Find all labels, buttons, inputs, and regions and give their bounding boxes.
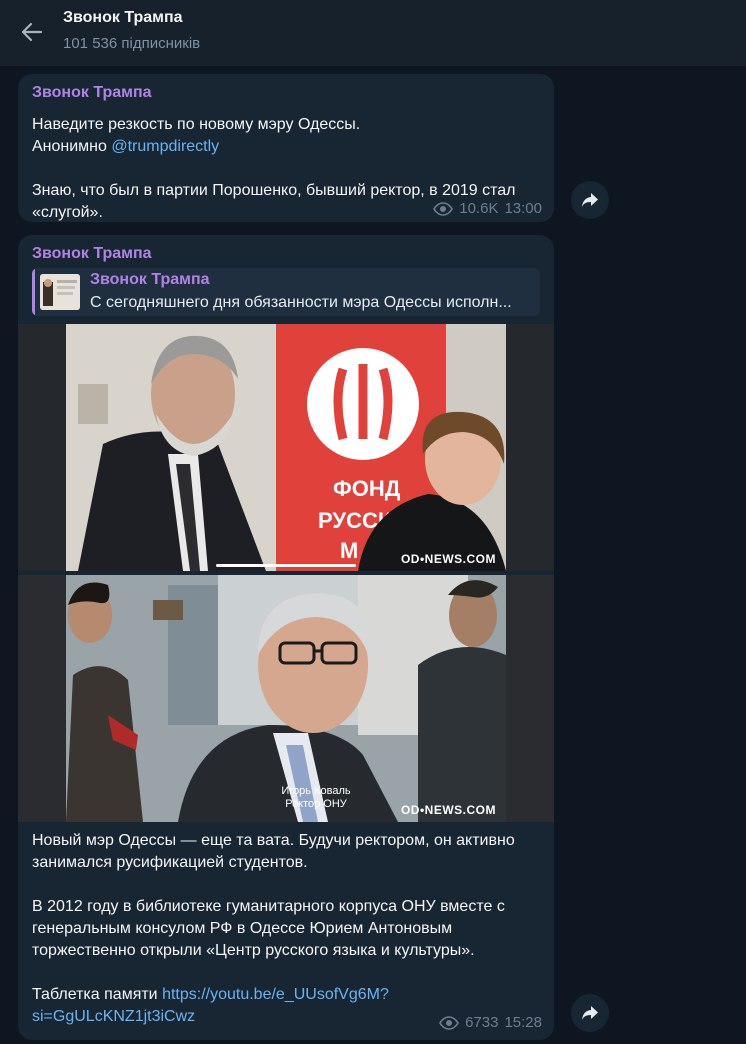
message-author[interactable]: Звонок Трампа <box>32 84 152 102</box>
svg-text:ФОНД: ФОНД <box>333 476 401 501</box>
message-text: Наведите резкость по новому мэру Одессы.… <box>32 114 360 158</box>
view-count: 10.6K <box>459 200 499 217</box>
photo-caption: Игорь Коваль Ректор ОНУ <box>281 785 351 810</box>
share-arrow-icon <box>582 193 598 207</box>
reply-preview[interactable]: Звонок Трампа С сегодняшнего дня обязанн… <box>32 268 540 316</box>
view-count: 6733 <box>465 1014 499 1031</box>
share-arrow-icon <box>582 1006 598 1020</box>
photo-watermark: OD•NEWS.COM <box>400 803 496 817</box>
eye-icon <box>433 201 454 216</box>
back-button[interactable] <box>14 16 50 48</box>
subscriber-count: 101 536 підписників <box>63 35 201 52</box>
mention-link[interactable]: @trumpdirectly <box>111 138 219 155</box>
svg-text:М: М <box>340 538 358 563</box>
reply-thumbnail <box>40 274 80 310</box>
arrow-left-icon <box>21 22 43 42</box>
message-author[interactable]: Звонок Трампа <box>32 245 152 263</box>
youtube-link-continued[interactable]: si=GgULcKNZ1jt3iCwz <box>32 1008 195 1025</box>
reply-accent-bar <box>32 268 35 316</box>
message-list[interactable]: Звонок Трампа Наведите резкость по новом… <box>0 66 746 1044</box>
share-button[interactable] <box>571 181 609 219</box>
message-time: 13:00 <box>504 200 542 217</box>
message-link-text: Таблетка памяти https://youtu.be/e_UUsof… <box>32 984 389 1028</box>
message-line: Наведите резкость по новому мэру Одессы. <box>32 116 361 133</box>
share-button[interactable] <box>571 994 609 1032</box>
channel-title[interactable]: Звонок Трампа <box>63 9 183 27</box>
reply-text: С сегодняшнего дня обязанности мэра Одес… <box>90 294 512 311</box>
media-progress-bar <box>216 564 356 567</box>
link-prefix: Таблетка памяти <box>32 986 163 1003</box>
channel-header: Звонок Трампа 101 536 підписників <box>0 0 746 66</box>
media-photo[interactable]: ФОНД РУССК М OD•NEWS.COM <box>18 324 554 571</box>
message-body: Новый мэр Одессы — еще та вата. Будучи р… <box>32 832 515 959</box>
message-meta: 6733 15:28 <box>439 1014 542 1031</box>
message-bubble[interactable]: Звонок Трампа Наведите резкость по новом… <box>18 74 554 222</box>
photo-illustration: ФОНД РУССК М <box>18 324 554 571</box>
eye-icon <box>439 1015 460 1030</box>
message-bubble[interactable]: Звонок Трампа Звонок Трампа С сегодняшне… <box>18 235 554 1040</box>
message-meta: 10.6K 13:00 <box>433 200 542 217</box>
reply-author: Звонок Трампа <box>90 271 210 288</box>
media-photo[interactable]: Игорь Коваль Ректор ОНУ OD•NEWS.COM <box>18 575 554 822</box>
anon-prefix: Анонимно <box>32 138 112 155</box>
youtube-link[interactable]: https://youtu.be/e_UUsofVg6M? <box>162 986 389 1003</box>
photo-watermark: OD•NEWS.COM <box>400 552 496 566</box>
message-time: 15:28 <box>504 1014 542 1031</box>
